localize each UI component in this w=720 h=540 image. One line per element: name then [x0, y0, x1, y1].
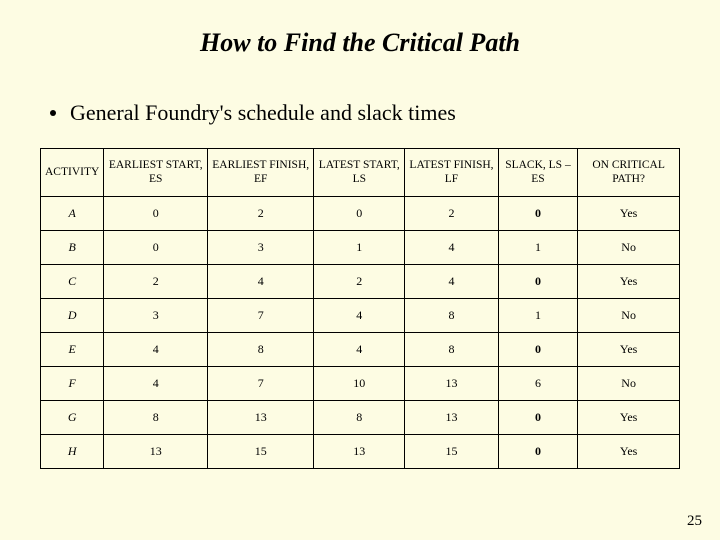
cell-lf: 8 [405, 332, 498, 366]
col-ef: EARLIEST FINISH, EF [208, 149, 314, 197]
cell-ef: 4 [208, 264, 314, 298]
table-row: E48480Yes [41, 332, 680, 366]
cell-oncp: No [578, 366, 680, 400]
col-lf: LATEST FINISH, LF [405, 149, 498, 197]
cell-slack: 0 [498, 264, 578, 298]
cell-slack: 1 [498, 230, 578, 264]
cell-slack: 0 [498, 332, 578, 366]
cell-ls: 0 [314, 196, 405, 230]
col-activity: ACTIVITY [41, 149, 104, 197]
cell-oncp: Yes [578, 196, 680, 230]
cell-act: E [41, 332, 104, 366]
cell-es: 13 [104, 434, 208, 468]
cell-act: F [41, 366, 104, 400]
cell-ls: 1 [314, 230, 405, 264]
cell-ef: 7 [208, 298, 314, 332]
cell-ef: 15 [208, 434, 314, 468]
cell-lf: 15 [405, 434, 498, 468]
cell-act: C [41, 264, 104, 298]
cell-lf: 8 [405, 298, 498, 332]
table-row: C24240Yes [41, 264, 680, 298]
cell-es: 0 [104, 196, 208, 230]
cell-lf: 13 [405, 400, 498, 434]
cell-slack: 0 [498, 196, 578, 230]
cell-act: A [41, 196, 104, 230]
col-ls: LATEST START, LS [314, 149, 405, 197]
table-header-row: ACTIVITY EARLIEST START, ES EARLIEST FIN… [41, 149, 680, 197]
cell-es: 0 [104, 230, 208, 264]
col-oncp: ON CRITICAL PATH? [578, 149, 680, 197]
table-row: F4710136No [41, 366, 680, 400]
cell-es: 4 [104, 332, 208, 366]
cell-ef: 3 [208, 230, 314, 264]
cell-act: D [41, 298, 104, 332]
cell-ls: 8 [314, 400, 405, 434]
cell-oncp: Yes [578, 434, 680, 468]
cell-slack: 0 [498, 434, 578, 468]
slide-title: How to Find the Critical Path [40, 28, 680, 58]
cell-ls: 4 [314, 332, 405, 366]
cell-act: B [41, 230, 104, 264]
cell-oncp: Yes [578, 400, 680, 434]
table-row: D37481No [41, 298, 680, 332]
cell-ls: 2 [314, 264, 405, 298]
cell-slack: 0 [498, 400, 578, 434]
cell-slack: 1 [498, 298, 578, 332]
table-row: H131513150Yes [41, 434, 680, 468]
slide: How to Find the Critical Path General Fo… [0, 0, 720, 469]
cell-ls: 13 [314, 434, 405, 468]
cell-lf: 4 [405, 264, 498, 298]
bullet-item: General Foundry's schedule and slack tim… [40, 100, 680, 126]
cell-oncp: Yes [578, 332, 680, 366]
cell-ls: 4 [314, 298, 405, 332]
cell-ef: 7 [208, 366, 314, 400]
cell-ef: 2 [208, 196, 314, 230]
cell-ls: 10 [314, 366, 405, 400]
cell-es: 2 [104, 264, 208, 298]
cell-lf: 2 [405, 196, 498, 230]
cell-lf: 13 [405, 366, 498, 400]
table-row: G8138130Yes [41, 400, 680, 434]
col-es: EARLIEST START, ES [104, 149, 208, 197]
table-row: A02020Yes [41, 196, 680, 230]
cell-oncp: No [578, 230, 680, 264]
cell-es: 8 [104, 400, 208, 434]
table-row: B03141No [41, 230, 680, 264]
cell-lf: 4 [405, 230, 498, 264]
cell-es: 3 [104, 298, 208, 332]
cell-ef: 13 [208, 400, 314, 434]
cell-act: G [41, 400, 104, 434]
schedule-table: ACTIVITY EARLIEST START, ES EARLIEST FIN… [40, 148, 680, 469]
cell-act: H [41, 434, 104, 468]
bullet-icon [50, 110, 56, 116]
cell-oncp: Yes [578, 264, 680, 298]
bullet-text: General Foundry's schedule and slack tim… [70, 100, 456, 126]
page-number: 25 [687, 513, 702, 530]
col-slack: SLACK, LS – ES [498, 149, 578, 197]
cell-es: 4 [104, 366, 208, 400]
cell-oncp: No [578, 298, 680, 332]
cell-slack: 6 [498, 366, 578, 400]
cell-ef: 8 [208, 332, 314, 366]
